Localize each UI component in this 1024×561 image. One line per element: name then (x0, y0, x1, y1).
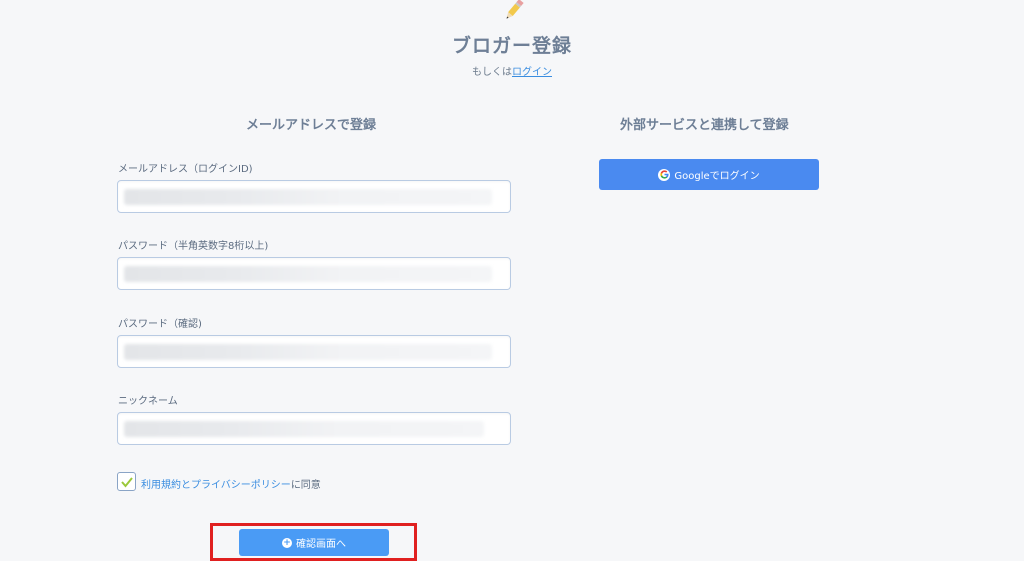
blurred-value (124, 189, 492, 205)
blurred-value (124, 421, 484, 437)
plus-circle-icon: + (282, 537, 292, 548)
email-field[interactable] (117, 180, 511, 213)
login-prompt: もしくはログイン (0, 63, 1024, 78)
google-button-label: Googleでログイン (674, 171, 760, 182)
highlight-box: + 確認画面へ (210, 523, 417, 561)
terms-link[interactable]: 利用規約とプライバシーポリシー (141, 480, 291, 491)
check-icon (121, 477, 133, 488)
pencil-icon (506, 0, 524, 19)
blurred-value (124, 344, 492, 360)
login-prompt-prefix: もしくは (472, 67, 512, 78)
nickname-field[interactable] (117, 412, 511, 445)
password-confirm-field[interactable] (117, 335, 511, 368)
agree-text: 利用規約とプライバシーポリシーに同意 (141, 476, 321, 491)
external-section-title: 外部サービスと連携して登録 (620, 118, 789, 133)
email-section-title: メールアドレスで登録 (246, 118, 377, 133)
password-field[interactable] (117, 257, 511, 290)
google-login-button[interactable]: Googleでログイン (599, 159, 819, 190)
google-icon (658, 168, 671, 181)
email-label: メールアドレス（ログインID) (118, 164, 253, 175)
agree-suffix: に同意 (290, 480, 321, 491)
page-title: ブロガー登録 (451, 35, 572, 57)
blurred-value (124, 266, 492, 282)
nickname-label: ニックネーム (118, 396, 178, 407)
confirm-button-label: 確認画面へ (296, 539, 346, 550)
password-label: パスワード（半角英数字8桁以上) (118, 241, 269, 252)
agree-checkbox[interactable] (117, 472, 136, 491)
confirm-button[interactable]: + 確認画面へ (239, 529, 389, 556)
login-link[interactable]: ログイン (512, 67, 552, 78)
password-confirm-label: パスワード（確認) (118, 319, 202, 330)
